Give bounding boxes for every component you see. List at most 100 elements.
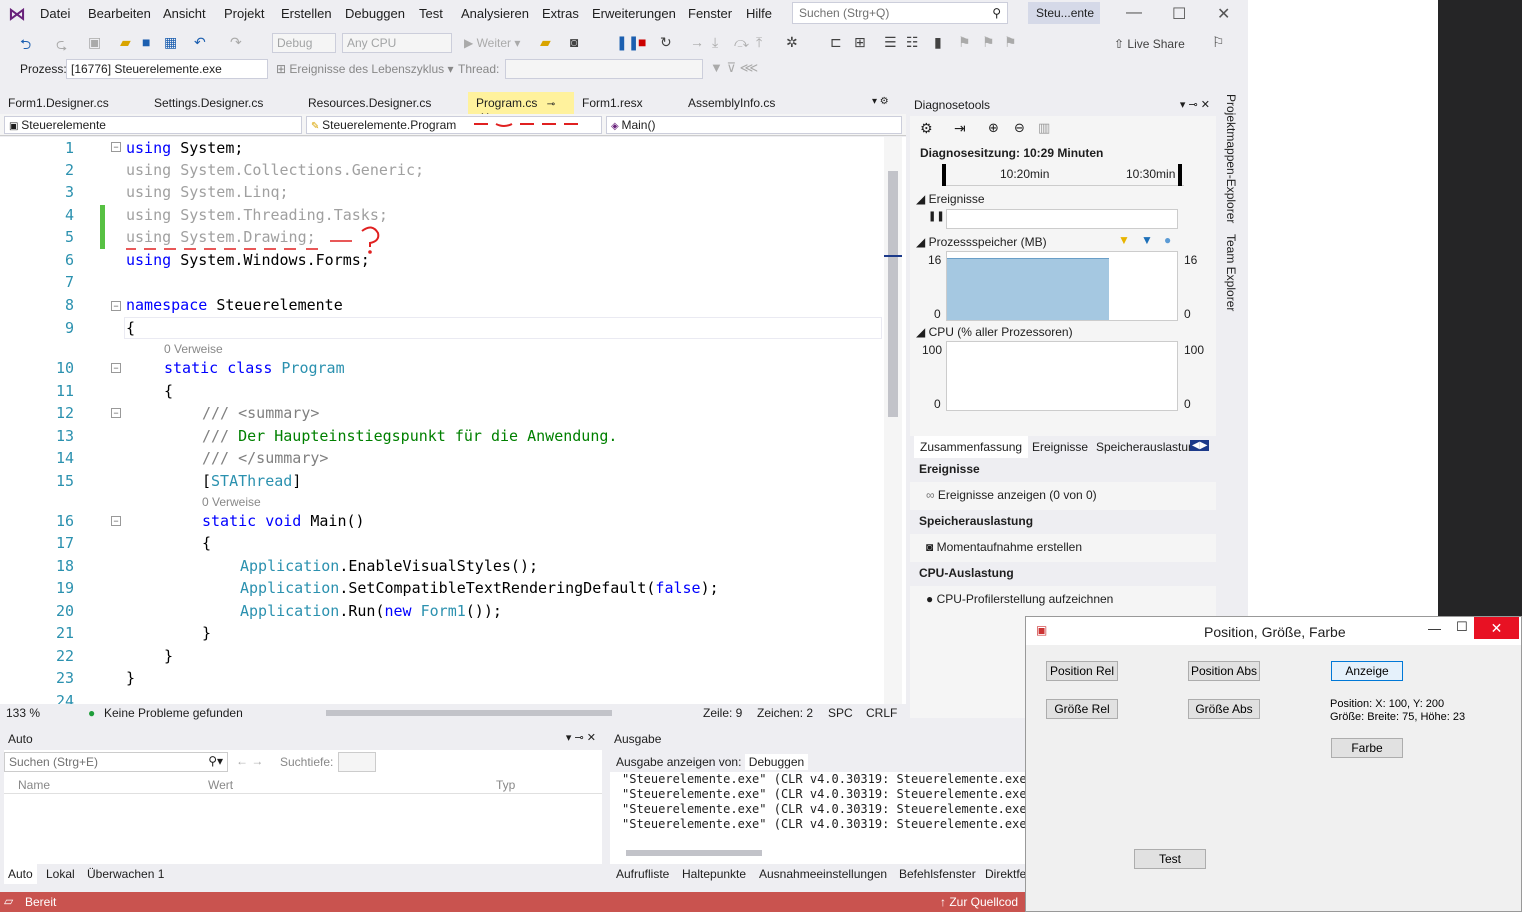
menu-erstellen[interactable]: Erstellen	[281, 6, 332, 21]
export-icon[interactable]: ⇥	[954, 120, 966, 137]
menu-analysieren[interactable]: Analysieren	[461, 6, 529, 21]
output-hscroll[interactable]	[626, 850, 762, 856]
menu-hilfe[interactable]: Hilfe	[746, 6, 772, 21]
tab-form1-designer[interactable]: Form1.Designer.cs	[0, 92, 146, 114]
cpu-section[interactable]: ◢ CPU (% aller Prozessoren)	[916, 325, 1073, 339]
flame-icon[interactable]: ▰	[540, 34, 551, 51]
auto-close-icon[interactable]: ▾ ⊸ ✕	[566, 731, 596, 744]
size-rel-button[interactable]: Größe Rel	[1046, 699, 1118, 719]
back-icon[interactable]: ⮌	[20, 34, 31, 58]
editor-vertical-scrollbar[interactable]	[884, 137, 902, 705]
next-bookmark-icon[interactable]: ⚑	[982, 34, 995, 51]
tab-memory[interactable]: Speicherauslastur	[1096, 440, 1192, 454]
bookmark-icon[interactable]: ▮	[934, 34, 942, 51]
farbe-button[interactable]: Farbe	[1331, 738, 1403, 758]
feedback-icon[interactable]: ⚐	[1212, 34, 1225, 51]
memory-chart[interactable]	[946, 251, 1178, 321]
timeline-ruler[interactable]: 10:20min 10:30min	[942, 164, 1184, 186]
project-combo[interactable]: ▣ Steuerelemente	[4, 116, 302, 134]
menu-bearbeiten[interactable]: Bearbeiten	[88, 6, 151, 21]
process-combo[interactable]: [16776] Steuerelemente.exe	[66, 59, 268, 79]
forward-icon[interactable]: ⮎	[56, 34, 67, 58]
filter-icon[interactable]: ▼ ⊽ ⋘	[710, 60, 758, 76]
stop-icon[interactable]: ■	[638, 34, 646, 50]
new-project-icon[interactable]: ▣	[88, 34, 101, 51]
scroll-thumb[interactable]	[888, 171, 898, 417]
tab-exceptions[interactable]: Ausnahmeeinstellungen	[759, 867, 887, 881]
close-icon[interactable]: ✕	[1217, 4, 1230, 24]
form-minimize-icon[interactable]: —	[1428, 621, 1441, 636]
save-all-icon[interactable]: ▦	[164, 34, 177, 51]
form-close-button[interactable]: ✕	[1474, 617, 1519, 639]
anzeige-button[interactable]: Anzeige	[1331, 661, 1403, 681]
zoom-combo[interactable]: 133 %	[6, 706, 40, 720]
fold-toggle-icon[interactable]: −	[111, 301, 121, 311]
position-abs-button[interactable]: Position Abs	[1188, 661, 1260, 681]
open-folder-icon[interactable]: ▰	[120, 34, 131, 51]
lifecycle-events-button[interactable]: ⊞ Ereignisse des Lebenszyklus ▾	[276, 62, 454, 76]
zoom-in-icon[interactable]: ⊕	[988, 120, 999, 136]
save-icon[interactable]: ■	[142, 34, 150, 50]
diag-close-icon[interactable]: ▾ ⊸ ✕	[1180, 98, 1210, 111]
cpu-chart[interactable]	[946, 341, 1178, 411]
col-name[interactable]: Name	[18, 778, 50, 792]
form-maximize-icon[interactable]: ☐	[1456, 619, 1468, 635]
uncomment-icon[interactable]: ☷	[906, 34, 919, 51]
reference-count[interactable]: 0 Verweise	[164, 342, 223, 356]
clear-bookmark-icon[interactable]: ⚑	[1004, 34, 1017, 51]
team-explorer-tab[interactable]: Team Explorer	[1224, 234, 1238, 311]
tab-assemblyinfo[interactable]: AssemblyInfo.cs	[680, 92, 814, 114]
menu-debuggen[interactable]: Debuggen	[345, 6, 405, 21]
position-rel-button[interactable]: Position Rel	[1046, 661, 1118, 681]
fold-toggle-icon[interactable]: −	[111, 142, 121, 152]
depth-combo[interactable]	[338, 752, 376, 772]
reference-count[interactable]: 0 Verweise	[202, 495, 261, 509]
menu-test[interactable]: Test	[419, 6, 443, 21]
tab-auto[interactable]: Auto	[4, 864, 37, 884]
tab-watch[interactable]: Überwachen 1	[87, 867, 164, 881]
menu-erweiterungen[interactable]: Erweiterungen	[592, 6, 676, 21]
solution-name-badge[interactable]: Steu...ente	[1028, 2, 1100, 24]
tab-immediate[interactable]: Direktfe	[985, 867, 1026, 881]
size-abs-button[interactable]: Größe Abs	[1188, 699, 1260, 719]
live-share-button[interactable]: ⇧ Live Share	[1114, 37, 1185, 51]
show-events-link[interactable]: ∞ Ereignisse anzeigen (0 von 0)	[926, 488, 1097, 502]
source-control-button[interactable]: ↑ Zur Quellcod	[940, 895, 1018, 909]
step-over-icon[interactable]: ⤼	[734, 34, 749, 51]
screenshot-icon[interactable]: ◙	[570, 34, 578, 50]
stack-icon[interactable]: ⊞	[854, 34, 866, 51]
menu-datei[interactable]: Datei	[40, 6, 70, 21]
tab-lokal[interactable]: Lokal	[46, 867, 75, 881]
tab-breakpoints[interactable]: Haltepunkte	[682, 867, 746, 881]
zoom-out-icon[interactable]: ⊖	[1014, 120, 1025, 136]
output-source-combo[interactable]: Debuggen	[744, 754, 809, 770]
member-combo[interactable]: ◈ Main()	[606, 116, 902, 134]
undo-icon[interactable]: ↶	[194, 34, 206, 51]
tab-command[interactable]: Befehlsfenster	[899, 867, 976, 881]
chart-icon[interactable]: ▥	[1038, 120, 1050, 136]
solution-explorer-tab[interactable]: Projektmappen-Explorer	[1224, 94, 1238, 223]
hex-icon[interactable]: ✲	[786, 34, 798, 51]
thread-combo[interactable]	[505, 59, 703, 79]
fold-toggle-icon[interactable]: −	[111, 363, 121, 373]
platform-combo[interactable]: Any CPU	[342, 33, 452, 53]
timeline-handle-right[interactable]	[1178, 164, 1182, 186]
col-value[interactable]: Wert	[208, 778, 233, 792]
timeline-handle-left[interactable]	[942, 164, 946, 186]
fold-toggle-icon[interactable]: −	[111, 516, 121, 526]
pin-icon[interactable]: ⊸	[547, 99, 555, 110]
pause-icon[interactable]: ❚❚	[616, 34, 639, 51]
tab-list-icon[interactable]: ▾ ⚙	[872, 96, 889, 107]
tab-events[interactable]: Ereignisse	[1032, 440, 1088, 454]
threads-icon[interactable]: ⊏	[830, 34, 842, 51]
code-editor[interactable]: 1 2 3 4 5 6 7 8 9 10 11 12 13 14 15 16 17 18 19 20 21 22 23 24 …	[0, 137, 906, 705]
tab-callstack[interactable]: Aufrufliste	[616, 867, 669, 881]
search-input[interactable]: Suchen (Strg+Q) ⚲	[792, 2, 1008, 24]
col-type[interactable]: Typ	[496, 778, 515, 792]
settings-icon[interactable]: ⚙	[920, 120, 933, 137]
tab-settings-designer[interactable]: Settings.Designer.cs	[146, 92, 300, 114]
fold-toggle-icon[interactable]: −	[111, 408, 121, 418]
snapshot-link[interactable]: ◙ Momentaufnahme erstellen	[926, 540, 1082, 554]
comment-icon[interactable]: ☰	[884, 34, 897, 51]
auto-search-input[interactable]: Suchen (Strg+E) ⚲▾	[4, 752, 228, 772]
